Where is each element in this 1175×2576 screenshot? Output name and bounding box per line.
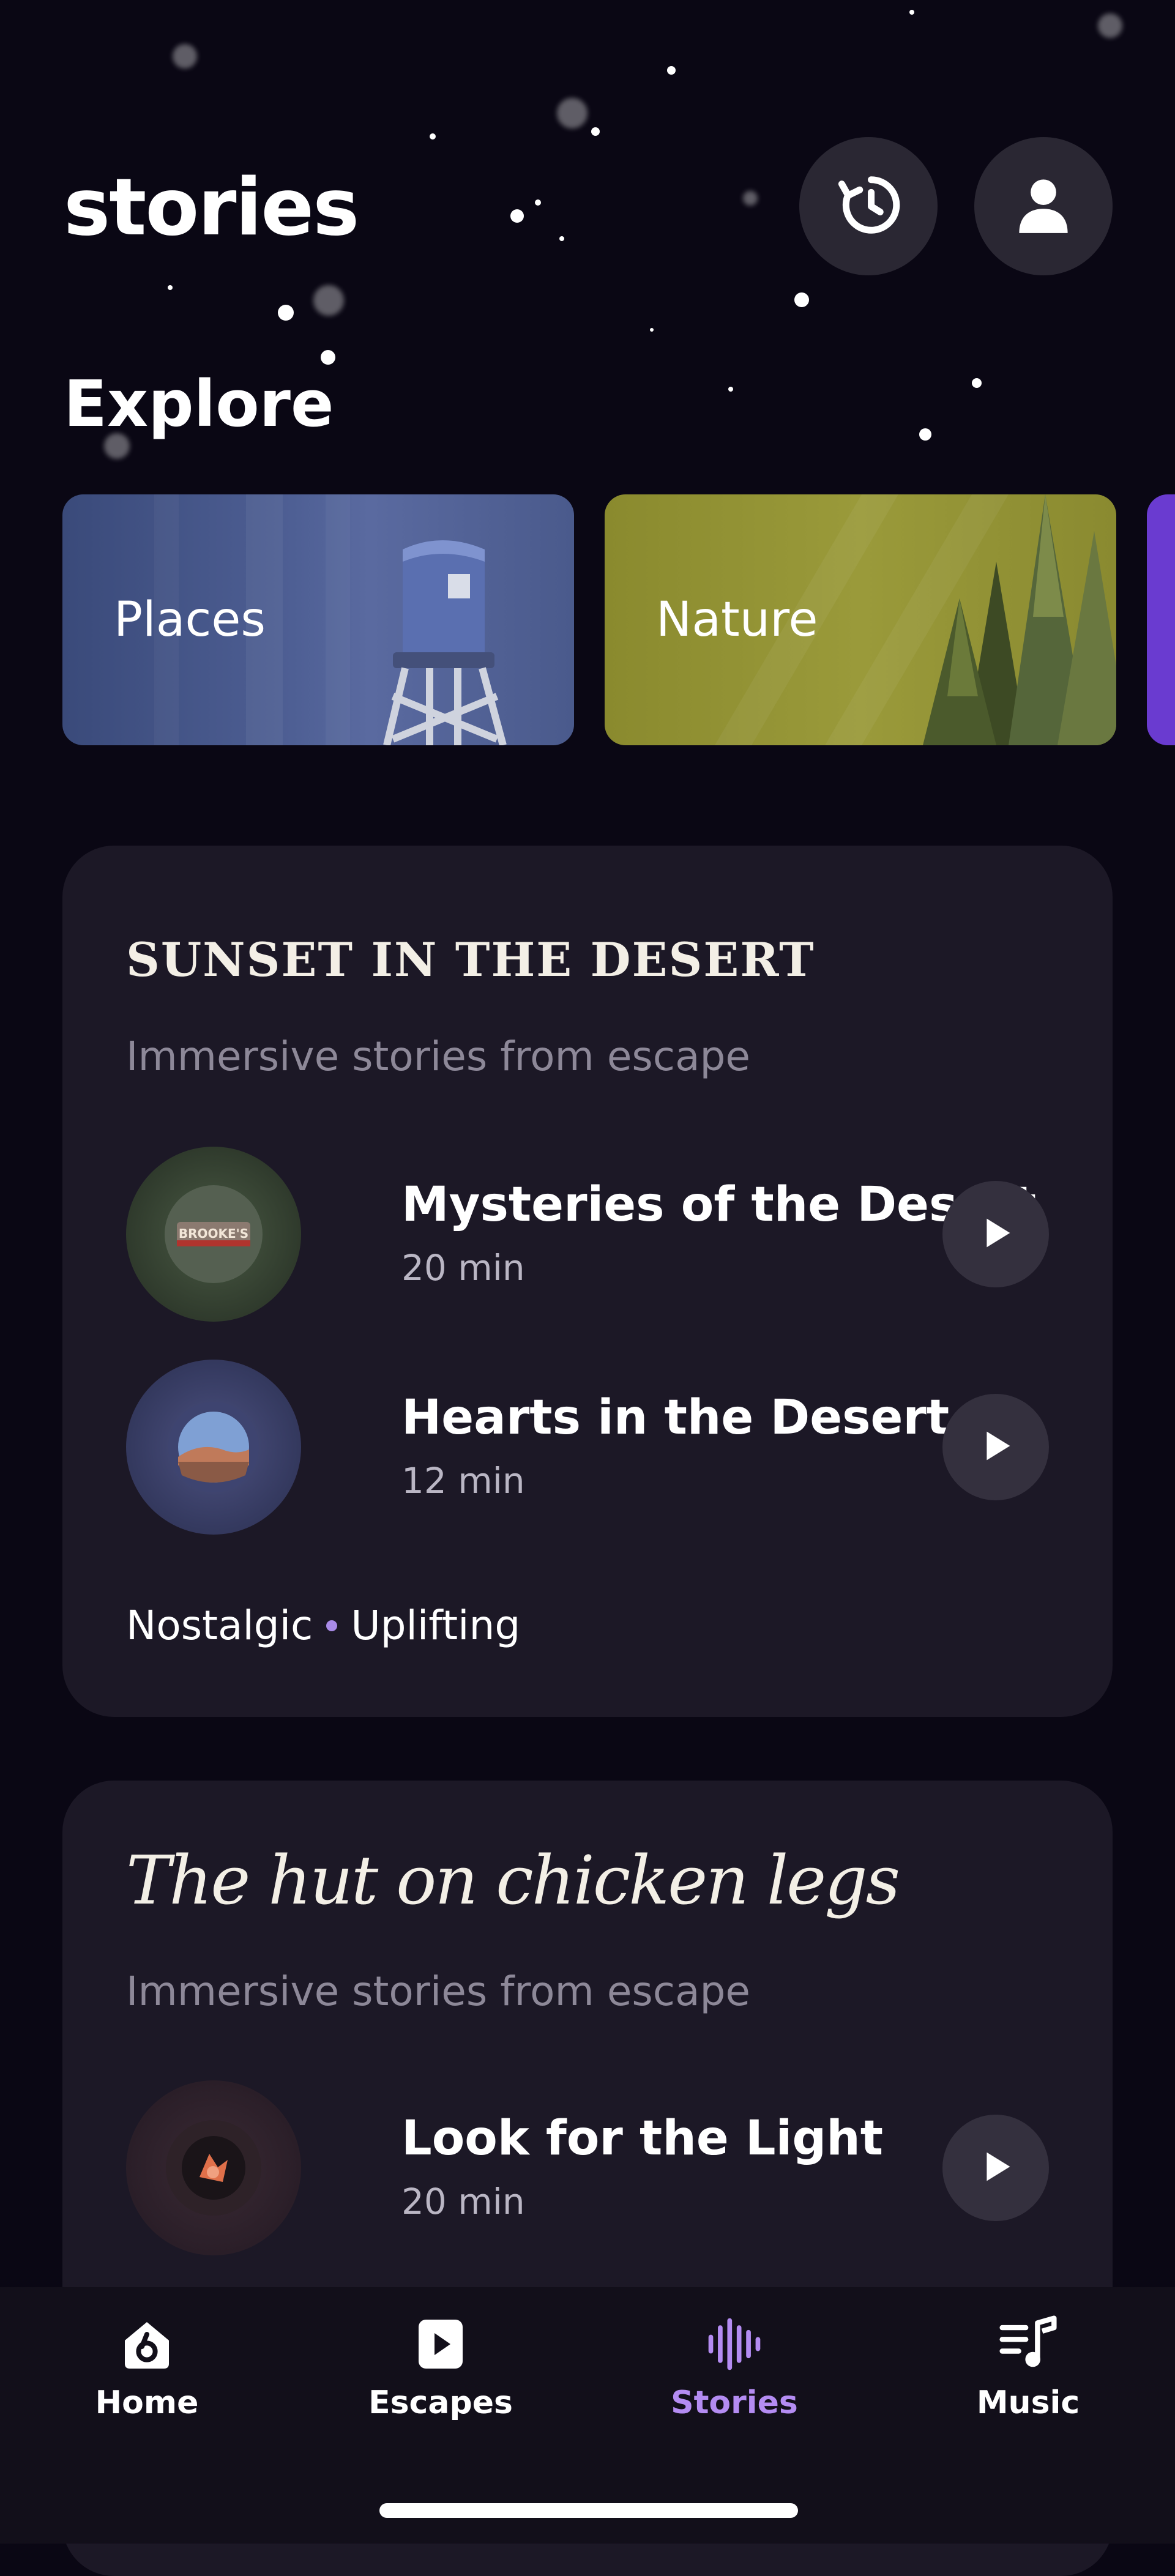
diner-sign-image: BROOKE'S: [165, 1185, 263, 1283]
story-duration: 20 min: [401, 2181, 525, 2222]
tag-separator-dot: [326, 1620, 338, 1631]
history-icon: [835, 171, 902, 241]
music-list-icon: [991, 2310, 1065, 2378]
story-title: Look for the Light: [401, 2111, 884, 2166]
mood-tags: Nostalgic Uplifting: [126, 1598, 520, 1653]
story-item[interactable]: Hearts in the Desert 12 min: [126, 1360, 1049, 1535]
thumb-sign-text: BROOKE'S: [179, 1226, 248, 1241]
story-title: Mysteries of the Desert: [401, 1177, 1037, 1232]
play-icon: [974, 1424, 1017, 1470]
story-thumbnail: BROOKE'S: [126, 1147, 301, 1322]
category-card-places[interactable]: Places: [62, 494, 574, 745]
story-thumbnail: [126, 2080, 301, 2255]
home-indicator[interactable]: [379, 2503, 798, 2518]
category-label-nature: Nature: [656, 592, 818, 647]
tab-label: Escapes: [368, 2384, 513, 2421]
tab-label: Music: [976, 2384, 1080, 2421]
play-button[interactable]: [942, 2115, 1049, 2221]
category-card-nature[interactable]: Nature: [605, 494, 1116, 745]
story-title: Hearts in the Desert: [401, 1390, 950, 1445]
tab-home[interactable]: Home: [0, 2310, 294, 2433]
desert-window-image: [168, 1402, 259, 1492]
tab-stories[interactable]: Stories: [588, 2310, 881, 2433]
lantern-image: [166, 2120, 261, 2216]
play-icon: [974, 2145, 1017, 2191]
story-item[interactable]: BROOKE'S Mysteries of the Desert 20 min: [126, 1147, 1049, 1322]
tab-escapes[interactable]: Escapes: [294, 2310, 588, 2433]
collection-title: The hut on chicken legs: [126, 1841, 900, 1919]
collection-title: SUNSET IN THE DESERT: [126, 932, 815, 987]
collection-card-desert: SUNSET IN THE DESERT Immersive stories f…: [62, 846, 1113, 1717]
play-button[interactable]: [942, 1394, 1049, 1500]
tab-label: Home: [95, 2384, 199, 2421]
soundwave-icon: [698, 2310, 771, 2378]
play-button[interactable]: [942, 1181, 1049, 1287]
category-card-next[interactable]: [1147, 494, 1175, 745]
home-icon: [110, 2310, 184, 2378]
profile-button[interactable]: [974, 137, 1113, 275]
profile-icon: [1013, 174, 1074, 238]
tab-label: Stories: [671, 2384, 798, 2421]
story-thumbnail: [126, 1360, 301, 1535]
collection-subtitle: Immersive stories from escape: [126, 1968, 751, 2015]
page-title: stories: [64, 162, 359, 253]
collection-subtitle: Immersive stories from escape: [126, 1033, 751, 1080]
explore-heading: Explore: [64, 367, 334, 441]
story-duration: 20 min: [401, 1247, 525, 1289]
story-item[interactable]: Look for the Light 20 min: [126, 2080, 1049, 2255]
play-icon: [974, 1212, 1017, 1257]
tag-label: Uplifting: [351, 1602, 521, 1649]
play-square-icon: [404, 2310, 477, 2378]
tag-label: Nostalgic: [126, 1602, 313, 1649]
tab-music[interactable]: Music: [881, 2310, 1175, 2433]
story-duration: 12 min: [401, 1460, 525, 1502]
category-label-places: Places: [114, 592, 266, 647]
history-button[interactable]: [799, 137, 938, 275]
